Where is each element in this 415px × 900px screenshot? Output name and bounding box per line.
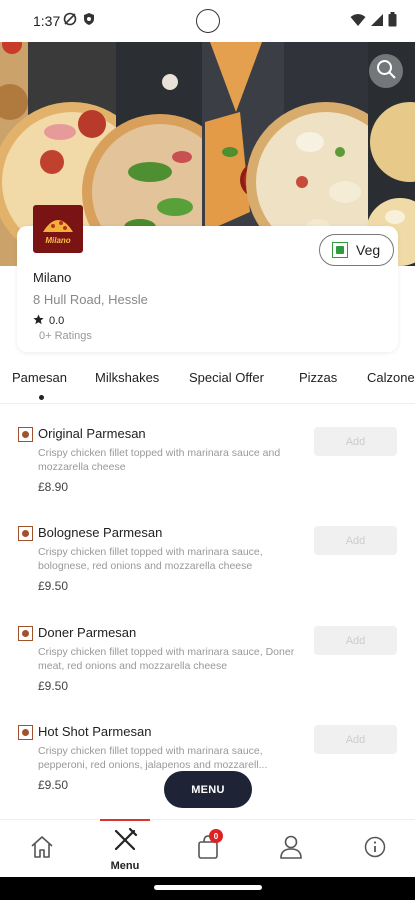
item-name: Original Parmesan [38, 426, 146, 441]
tab-milkshakes[interactable]: Milkshakes [95, 370, 159, 385]
status-right-icons [350, 12, 397, 32]
shield-icon [83, 12, 95, 31]
item-price: £9.50 [38, 579, 69, 593]
wifi-icon [350, 13, 366, 32]
star-icon [33, 314, 44, 328]
category-tabs: Pamesan Milkshakes Special Offer Pizzas … [0, 358, 415, 404]
status-time: 1:37 [33, 13, 61, 29]
tab-special-offer[interactable]: Special Offer [189, 370, 264, 385]
tab-pamesan[interactable]: Pamesan [12, 370, 67, 385]
item-price: £8.90 [38, 480, 69, 494]
info-icon [364, 836, 386, 863]
active-tab-indicator [39, 395, 44, 400]
signal-icon [370, 13, 384, 32]
rating-value: 0.0 [49, 315, 65, 327]
rating-row: 0.0 [33, 314, 64, 328]
home-icon [29, 835, 55, 864]
search-button[interactable] [369, 54, 403, 88]
menu-item: Doner Parmesan Crispy chicken fillet top… [0, 623, 415, 723]
restaurant-logo: Milano [33, 205, 83, 253]
camera-cutout [196, 9, 220, 33]
item-description: Crispy chicken fillet topped with marina… [38, 546, 263, 572]
item-name: Hot Shot Parmesan [38, 724, 152, 739]
nav-profile[interactable] [276, 820, 306, 878]
non-veg-icon [18, 626, 33, 641]
fork-knife-icon [112, 827, 138, 858]
restaurant-address: 8 Hull Road, Hessle [33, 292, 148, 307]
non-veg-icon [18, 526, 33, 541]
item-description: Crispy chicken fillet topped with marina… [38, 447, 281, 473]
item-name: Doner Parmesan [38, 625, 137, 640]
cart-count-badge: 0 [209, 829, 223, 843]
add-button[interactable]: Add [314, 725, 397, 754]
ratings-count: 0+ Ratings [39, 330, 92, 342]
item-description: Crispy chicken fillet topped with marina… [38, 745, 268, 771]
pizza-logo-icon [43, 219, 73, 232]
user-icon [279, 834, 303, 865]
location-icon [63, 12, 77, 31]
non-veg-icon [18, 427, 33, 442]
item-price: £9.50 [38, 778, 69, 792]
home-indicator[interactable] [154, 885, 262, 890]
system-navigation-bar [0, 877, 415, 900]
nav-home[interactable] [27, 820, 57, 878]
add-button[interactable]: Add [314, 626, 397, 655]
item-name: Bolognese Parmesan [38, 525, 163, 540]
add-button[interactable]: Add [314, 427, 397, 456]
logo-text: Milano [45, 235, 71, 245]
status-bar: 1:37 [0, 0, 415, 42]
restaurant-info-card: Milano Veg Milano 8 Hull Road, Hessle 0.… [17, 205, 398, 352]
search-icon [375, 58, 397, 85]
nav-cart[interactable]: 0 [193, 820, 223, 878]
menu-item: Bolognese Parmesan Crispy chicken fillet… [0, 523, 415, 623]
nav-info[interactable] [360, 820, 390, 878]
menu-item: Original Parmesan Crispy chicken fillet … [0, 424, 415, 524]
nav-menu[interactable]: Menu [104, 820, 146, 878]
item-description: Crispy chicken fillet topped with marina… [38, 646, 295, 672]
status-left-icons [63, 12, 95, 31]
nav-menu-label: Menu [110, 859, 140, 872]
non-veg-icon [18, 725, 33, 740]
menu-fab-button[interactable]: MENU [164, 771, 252, 808]
veg-label: Veg [356, 242, 381, 258]
veg-icon [332, 242, 348, 258]
tab-pizzas[interactable]: Pizzas [299, 370, 337, 385]
item-price: £9.50 [38, 679, 69, 693]
add-button[interactable]: Add [314, 526, 397, 555]
battery-icon [388, 12, 397, 32]
bottom-nav: Menu 0 [0, 819, 415, 877]
veg-filter-toggle[interactable]: Veg [319, 234, 394, 266]
tab-calzone[interactable]: Calzone [367, 370, 415, 385]
restaurant-name: Milano [33, 270, 72, 285]
